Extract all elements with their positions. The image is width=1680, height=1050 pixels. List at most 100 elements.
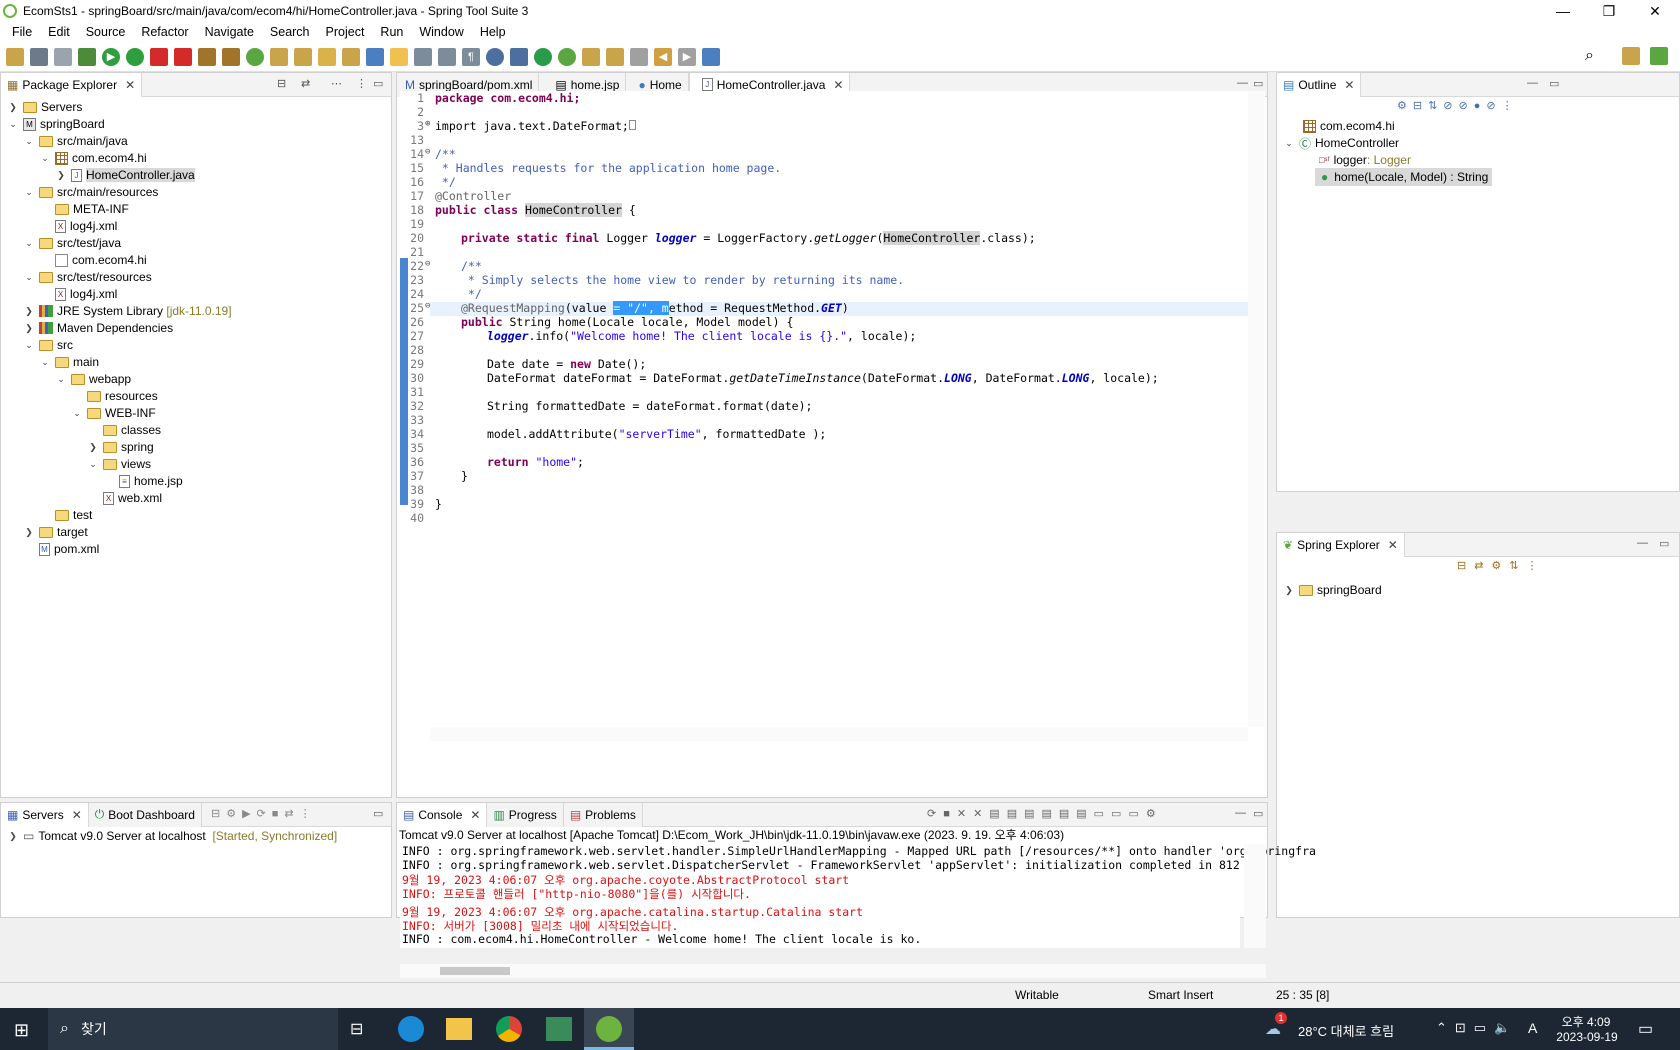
minimize-view-icon[interactable]: — [1235,807,1246,819]
tree-item-classes[interactable]: classes [87,421,161,439]
menu-file[interactable]: File [4,25,40,39]
tray-icons[interactable]: ⌃⊡▭🔈 [1436,1020,1518,1036]
taskbar-search-box[interactable]: ⌕ 찾기 [48,1008,338,1050]
open-folder-icon[interactable] [342,47,360,66]
close-icon[interactable]: ✕ [125,78,135,92]
stop-icon[interactable] [150,47,168,66]
tree-item-src-test-java[interactable]: ⌄ src/test/java [23,234,121,252]
spring-perspective-icon[interactable] [1650,47,1668,65]
fold-method-icon[interactable]: ⊖ [425,301,430,311]
console-vertical-scrollbar[interactable] [1244,844,1266,948]
close-icon[interactable]: ✕ [470,808,480,822]
tree-item-src[interactable]: ⌄ src [23,336,73,354]
server-item-tomcat[interactable]: ❯ ▭ Tomcat v9.0 Server at localhost [Start… [7,827,337,845]
console-horizontal-scrollbar[interactable] [400,964,1266,978]
tree-item-src-test-resources[interactable]: ⌄ src/test/resources [23,268,151,286]
collapse-all-icon[interactable]: ⊟ [277,77,286,90]
terminal-icon[interactable] [510,47,528,66]
outline-item-class[interactable]: ⌄ Ⓒ HomeController [1283,134,1399,152]
tree-item-package[interactable]: ⌄ com.ecom4.hi [39,149,146,167]
coverage-icon[interactable] [126,47,144,66]
app-icon[interactable] [546,1017,572,1041]
tab-console[interactable]: ▤ Console ✕ [397,802,488,827]
boot-dashboard-icon[interactable] [558,47,576,66]
console-toolbar-icons[interactable]: ⟳■✕✕▤▤▤▤▤▤▭▭▭⚙ [927,807,1163,820]
tree-item-src-main-java[interactable]: ⌄ src/main/java [23,132,127,150]
edge-browser-icon[interactable] [398,1016,424,1042]
server-actions-icons[interactable]: ⊟⚙▶⟳■⇄⋮ [211,807,317,820]
close-icon[interactable]: ✕ [1344,78,1354,92]
tree-item-main[interactable]: ⌄ main [39,353,99,371]
open-perspective-icon[interactable] [1622,47,1640,65]
tab-servers[interactable]: ▦ Servers ✕ [1,802,89,827]
debug-icon[interactable] [78,47,96,66]
tab-package-explorer[interactable]: ▦ Package Explorer ✕ [1,72,143,97]
close-icon[interactable]: ✕ [1388,538,1398,552]
close-button[interactable]: ✕ [1632,0,1678,22]
next-annotation-icon[interactable] [582,47,600,66]
tree-item-homecontroller[interactable]: ❯ J HomeController.java [55,166,195,184]
tree-item-meta-inf[interactable]: META-INF [39,200,129,218]
outline-item-package[interactable]: com.ecom4.hi [1299,117,1395,135]
maximize-view-icon[interactable]: ▭ [1549,77,1559,90]
tree-item-pom[interactable]: Mpom.xml [23,540,99,558]
outline-item-logger[interactable]: □ˢᶠ logger : Logger [1319,151,1411,169]
menu-refactor[interactable]: Refactor [133,25,196,39]
windows-start-icon[interactable]: ⊞ [14,1020,29,1041]
fold-comment-icon[interactable]: ⊖ [425,147,430,157]
annotation-icon[interactable] [366,47,384,66]
new-class-icon[interactable] [222,47,240,66]
open-resource-icon[interactable] [294,47,312,66]
spring-icon[interactable] [534,47,552,66]
search-toolbar-icon[interactable]: ⌕ [1585,47,1594,65]
prev-annotation-icon[interactable] [606,47,624,66]
close-icon[interactable]: ✕ [72,808,82,822]
new-package-icon[interactable] [198,47,216,66]
maximize-view-icon[interactable]: ▭ [1253,807,1263,820]
vertical-scrollbar[interactable] [1248,91,1264,727]
file-explorer-icon[interactable] [446,1018,472,1040]
tree-item-test-package[interactable]: com.ecom4.hi [39,251,147,269]
tree-item-src-main-resources[interactable]: ⌄ src/main/resources [23,183,158,201]
task-view-icon[interactable]: ⊟ [350,1019,363,1039]
chrome-icon[interactable] [496,1016,522,1042]
block-selection-icon[interactable] [438,47,456,66]
maximize-view-icon[interactable]: ▭ [1253,77,1263,90]
menu-search[interactable]: Search [262,25,318,39]
tab-problems[interactable]: ▤ Problems [563,802,643,827]
close-icon[interactable]: ✕ [833,78,843,92]
tree-item-log4j-test[interactable]: Xlog4j.xml [39,285,117,303]
new-icon[interactable] [6,47,24,66]
minimize-view-icon[interactable]: ▭ [373,77,383,90]
notification-icon[interactable]: ▭ [1638,1019,1653,1039]
tree-item-resources[interactable]: resources [71,387,158,405]
minimize-view-icon[interactable]: — [1637,537,1648,549]
menu-source[interactable]: Source [78,25,134,39]
tab-outline[interactable]: ▤ Outline ✕ [1277,72,1362,97]
fold-method-comment-icon[interactable]: ⊖ [425,259,430,269]
tree-item-web-xml[interactable]: Xweb.xml [87,489,162,507]
ime-indicator[interactable]: A [1528,1020,1537,1036]
tree-item-spring[interactable]: ❯ spring [87,438,153,456]
menu-project[interactable]: Project [318,25,373,39]
minimize-view-icon[interactable]: — [1527,77,1538,89]
menu-edit[interactable]: Edit [40,25,78,39]
back-icon[interactable]: ◀ [654,47,672,66]
tree-item-jre[interactable]: ❯ JRE System Library [jdk-11.0.19] [23,302,231,320]
menu-run[interactable]: Run [372,25,411,39]
save-all-icon[interactable] [54,47,72,66]
tree-item-webapp[interactable]: ⌄ webapp [55,370,131,388]
tab-progress[interactable]: ▥ Progress [487,802,564,827]
spring-explorer-toolbar-icons[interactable]: ⊟⇄⚙⇅⋮ [1457,559,1546,572]
tab-boot-dashboard[interactable]: ⏻ Boot Dashboard [88,802,202,827]
mark-occurrences-icon[interactable] [390,47,408,66]
console-output[interactable]: INFO : org.springframework.web.servlet.h… [400,844,1316,904]
minimize-view-icon[interactable]: ▭ [373,807,383,820]
pin-editor-icon[interactable] [702,47,720,66]
open-type-icon[interactable] [270,47,288,66]
console-output-cont[interactable]: 9월 19, 2023 4:06:07 오후 org.apache.catali… [400,904,1240,948]
tree-item-springboard[interactable]: ⌄ MspringBoard [7,115,105,133]
tree-item-maven[interactable]: ❯ Maven Dependencies [23,319,173,337]
menu-window[interactable]: Window [411,25,471,39]
menu-navigate[interactable]: Navigate [197,25,262,39]
